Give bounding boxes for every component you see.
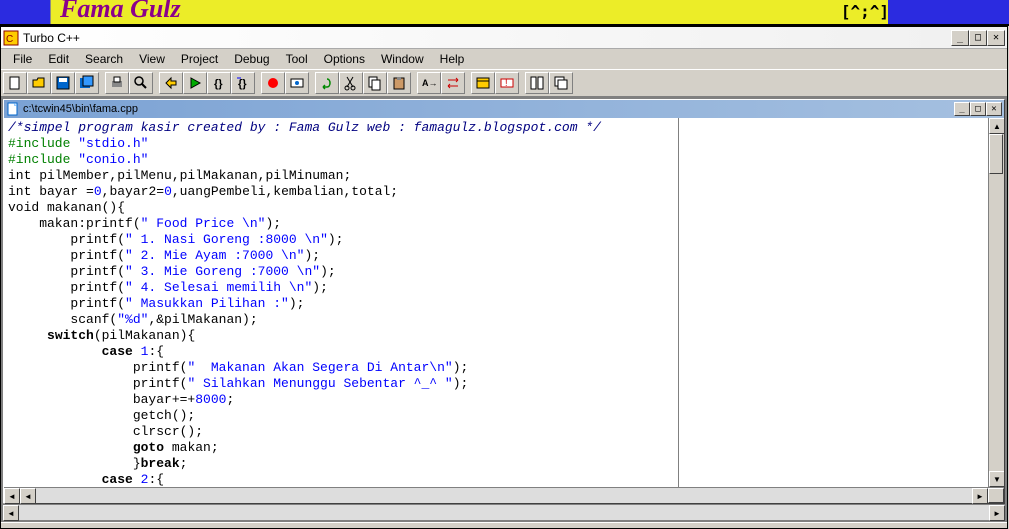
banner-script: Fama Gulz [60,0,181,24]
vertical-scrollbar[interactable]: ▲ ▼ [988,118,1004,487]
maximize-button[interactable]: □ [969,30,987,46]
right-pane [678,118,988,487]
window-controls: _ □ ✕ [951,30,1005,46]
workspace-horizontal-scrollbar[interactable]: ◄ ► [3,504,1005,520]
find-text-icon[interactable]: A→B [417,72,441,94]
new-file-icon[interactable] [3,72,27,94]
app-icon: C [3,30,19,46]
menu-options[interactable]: Options [316,50,373,68]
project-icon[interactable] [471,72,495,94]
doc-scroll-track[interactable] [36,488,972,503]
save-all-icon[interactable] [75,72,99,94]
save-file-icon[interactable] [51,72,75,94]
doc-scroll-corner [988,488,1004,503]
open-file-icon[interactable] [27,72,51,94]
doc-close-button[interactable]: ✕ [986,102,1002,116]
svg-text:C: C [6,34,13,45]
svg-text:!: ! [505,78,508,88]
replace-icon[interactable] [441,72,465,94]
doc-maximize-button[interactable]: □ [970,102,986,116]
scroll-down-button[interactable]: ▼ [989,471,1004,487]
step-over-icon[interactable]: {} [231,72,255,94]
ws-scroll-left-button[interactable]: ◄ [3,505,19,521]
ws-scroll-right-button[interactable]: ► [989,505,1005,521]
ws-scroll-track[interactable] [19,505,989,520]
document-icon [6,102,20,116]
svg-text:{}: {} [238,78,247,90]
cut-icon[interactable] [339,72,363,94]
statusbar [1,522,1007,528]
page-banner: Fama Gulz [^;^] [0,0,1009,26]
doc-scroll-left-button[interactable]: ◄ [4,488,20,504]
editor-area: /*simpel program kasir created by : Fama… [4,118,1004,487]
scroll-up-button[interactable]: ▲ [989,118,1004,134]
menu-edit[interactable]: Edit [40,50,77,68]
app-titlebar: C Turbo C++ _ □ ✕ [1,27,1007,49]
doc-minimize-button[interactable]: _ [954,102,970,116]
paste-icon[interactable] [387,72,411,94]
app-title: Turbo C++ [23,31,951,45]
doc-horizontal-scrollbar[interactable]: ◄ ◄ ► [4,487,1004,503]
menu-project[interactable]: Project [173,50,226,68]
copy-icon[interactable] [363,72,387,94]
compile-icon[interactable] [159,72,183,94]
menu-help[interactable]: Help [432,50,473,68]
close-button[interactable]: ✕ [987,30,1005,46]
run-icon[interactable] [183,72,207,94]
document-path: c:\tcwin45\bin\fama.cpp [23,103,954,115]
scroll-thumb[interactable] [989,134,1003,174]
doc-scroll-left2-button[interactable]: ◄ [20,488,36,504]
trace-into-icon[interactable]: {} [207,72,231,94]
code-editor[interactable]: /*simpel program kasir created by : Fama… [4,118,678,487]
find-icon[interactable] [129,72,153,94]
document-window: c:\tcwin45\bin\fama.cpp _ □ ✕ /*simpel p… [3,99,1005,504]
workspace: c:\tcwin45\bin\fama.cpp _ □ ✕ /*simpel p… [1,97,1007,522]
menu-tool[interactable]: Tool [278,50,316,68]
add-watch-icon[interactable] [285,72,309,94]
print-icon[interactable] [105,72,129,94]
banner-emoticon: [^;^] [841,2,889,21]
menu-window[interactable]: Window [373,50,432,68]
window-tile-icon[interactable] [525,72,549,94]
menu-view[interactable]: View [131,50,173,68]
window-cascade-icon[interactable] [549,72,573,94]
document-titlebar: c:\tcwin45\bin\fama.cpp _ □ ✕ [4,100,1004,118]
menu-search[interactable]: Search [77,50,131,68]
document-controls: _ □ ✕ [954,102,1002,116]
svg-text:{}: {} [214,78,223,90]
app-window: C Turbo C++ _ □ ✕ FileEditSearchViewProj… [0,26,1008,529]
svg-text:A→B: A→B [422,78,437,88]
menu-debug[interactable]: Debug [226,50,277,68]
doc-scroll-right-button[interactable]: ► [972,488,988,504]
toolbar: {} {} A→B! [1,69,1007,97]
menu-file[interactable]: File [5,50,40,68]
message-icon[interactable]: ! [495,72,519,94]
toggle-breakpoint-icon[interactable] [261,72,285,94]
menubar: FileEditSearchViewProjectDebugToolOption… [1,49,1007,69]
minimize-button[interactable]: _ [951,30,969,46]
undo-icon[interactable] [315,72,339,94]
